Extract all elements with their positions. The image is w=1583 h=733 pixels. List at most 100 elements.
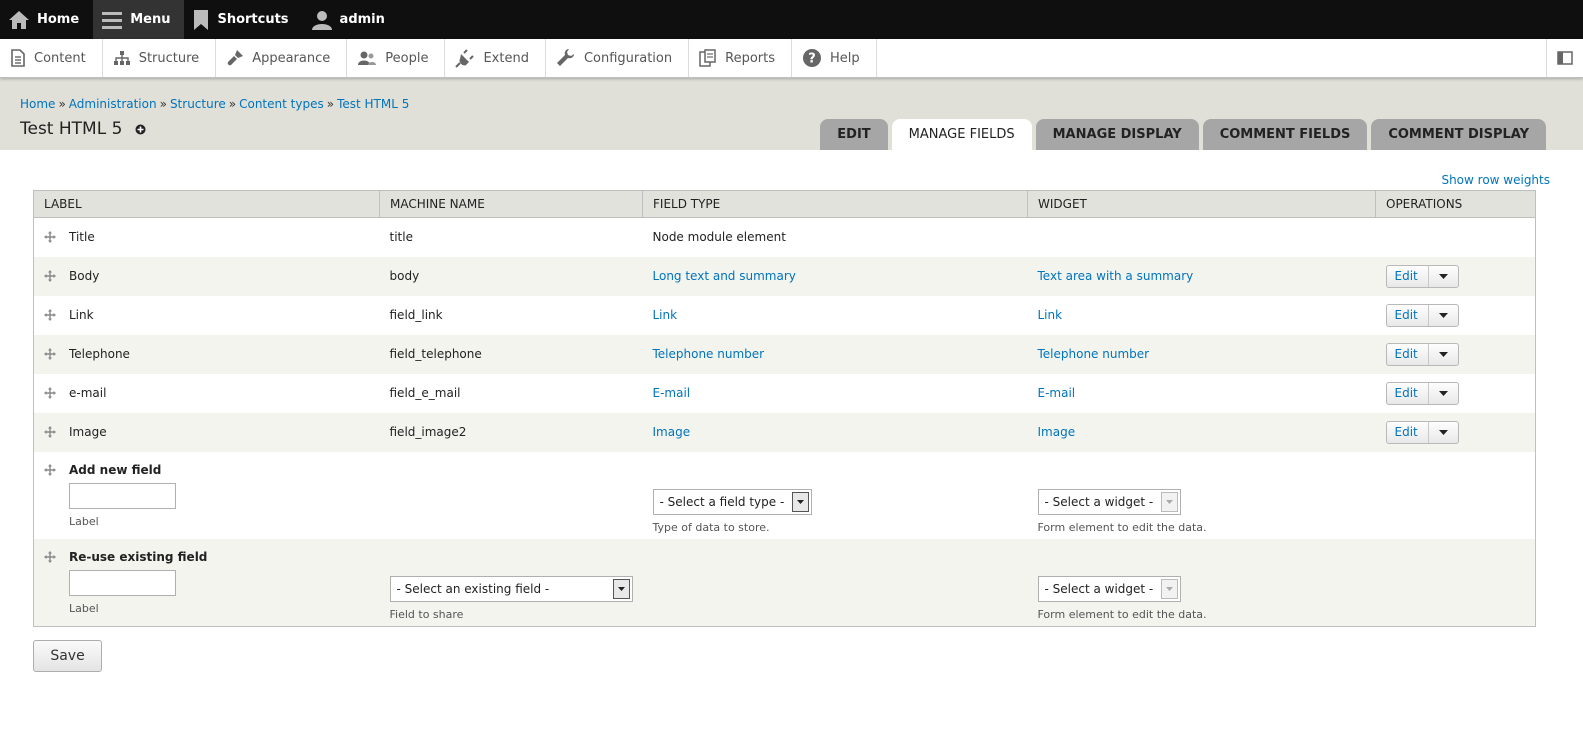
field-widget-link[interactable]: Image [1038, 425, 1076, 439]
breadcrumb-home[interactable]: Home [20, 97, 55, 111]
wrench-icon [556, 49, 574, 66]
tray-item-reports[interactable]: Reports [689, 39, 792, 77]
tab-edit[interactable]: EDIT [820, 119, 888, 150]
breadcrumb-separator: » [326, 97, 335, 111]
column-header-operations: OPERATIONS [1375, 190, 1536, 218]
field-widget-link[interactable]: Link [1038, 308, 1063, 322]
field-type-link[interactable]: E-mail [653, 386, 691, 400]
toolbar-home[interactable]: Home [0, 0, 93, 39]
field-widget-link[interactable]: E-mail [1038, 386, 1076, 400]
table-row: Image field_image2 Image Image Edit [33, 412, 1536, 452]
tray-orientation-toggle[interactable] [1546, 39, 1583, 77]
existing-field-select[interactable]: - Select an existing field - [389, 576, 633, 603]
reuse-field-label-input[interactable] [69, 569, 176, 596]
field-type-select[interactable]: - Select a field type - [652, 489, 813, 515]
drag-handle-icon[interactable] [44, 348, 58, 360]
page-title: Test HTML 5 [20, 119, 146, 139]
table-header-row: LABEL MACHINE NAME FIELD TYPE WIDGET OPE… [33, 190, 1536, 218]
tab-comment-fields[interactable]: COMMENT FIELDS [1202, 119, 1368, 150]
svg-text:?: ? [808, 52, 816, 67]
user-icon [311, 10, 332, 30]
tab-manage-display[interactable]: MANAGE DISPLAY [1035, 119, 1199, 150]
show-row-weights-link[interactable]: Show row weights [33, 150, 1550, 190]
tray-item-label: People [385, 50, 429, 66]
dropbutton-toggle[interactable] [1429, 422, 1458, 443]
edit-button[interactable]: Edit [1387, 265, 1429, 287]
drag-handle-icon[interactable] [44, 550, 58, 563]
page-header: Home» Administration» Structure» Content ty… [0, 78, 1583, 150]
tab-manage-fields[interactable]: MANAGE FIELDS [891, 119, 1032, 150]
dropbutton-toggle[interactable] [1429, 383, 1458, 404]
drag-handle-icon[interactable] [44, 270, 58, 282]
field-type-link[interactable]: Long text and summary [653, 269, 796, 283]
edit-button[interactable]: Edit [1387, 421, 1429, 443]
drag-handle-icon[interactable] [44, 426, 58, 438]
save-button[interactable]: Save [33, 640, 102, 672]
breadcrumb-administration[interactable]: Administration [69, 97, 157, 111]
column-header-machine-name: MACHINE NAME [379, 190, 643, 218]
breadcrumb: Home» Administration» Structure» Content ty… [20, 97, 409, 111]
drag-handle-icon[interactable] [44, 309, 58, 321]
paintbrush-icon [227, 50, 244, 66]
dropbutton-toggle[interactable] [1429, 266, 1458, 287]
primary-tabs: EDIT MANAGE FIELDS MANAGE DISPLAY COMMEN… [820, 119, 1546, 150]
dropbutton-toggle[interactable] [1429, 305, 1458, 326]
column-header-widget: WIDGET [1027, 190, 1376, 218]
widget-description: Form element to edit the data. [1037, 521, 1207, 534]
field-type-link[interactable]: Link [653, 308, 678, 322]
widget-select-value: - Select a widget - [1044, 495, 1154, 509]
new-field-label-input[interactable] [69, 482, 176, 509]
breadcrumb-separator: » [228, 97, 237, 111]
field-machine-name: field_telephone [379, 334, 643, 374]
breadcrumb-structure[interactable]: Structure [170, 97, 226, 111]
breadcrumb-content-types[interactable]: Content types [239, 97, 324, 111]
tray-item-appearance[interactable]: Appearance [216, 39, 348, 77]
field-machine-name: field_image2 [379, 412, 643, 452]
field-type-link[interactable]: Image [653, 425, 691, 439]
tray-item-extend[interactable]: Extend [445, 39, 546, 77]
select-arrow-icon [1161, 492, 1179, 512]
toolbar-menu[interactable]: Menu [93, 0, 185, 39]
breadcrumb-separator: » [58, 97, 66, 111]
drag-handle-icon[interactable] [44, 231, 58, 244]
toolbar-menu-label: Menu [130, 12, 171, 27]
breadcrumb-test-html-5[interactable]: Test HTML 5 [337, 97, 409, 111]
toolbar-user[interactable]: admin [303, 0, 399, 39]
edit-button[interactable]: Edit [1387, 343, 1429, 365]
sidebar-toggle-icon [1557, 51, 1573, 65]
toolbar-shortcuts[interactable]: Shortcuts [184, 0, 302, 39]
operations-dropbutton: Edit [1385, 420, 1459, 444]
field-type-link[interactable]: Telephone number [653, 347, 765, 361]
add-shortcut-button[interactable] [135, 124, 146, 135]
tray-item-help[interactable]: ? Help [792, 39, 877, 77]
tab-comment-display[interactable]: COMMENT DISPLAY [1371, 119, 1546, 150]
drag-handle-icon[interactable] [44, 387, 58, 399]
caret-down-icon [1438, 351, 1448, 357]
tray-item-content[interactable]: Content [0, 39, 103, 77]
field-label: Telephone [69, 347, 130, 361]
widget-description: Form element to edit the data. [1037, 608, 1207, 622]
reuse-field-label-description: Label [69, 601, 99, 615]
field-widget-link[interactable]: Text area with a summary [1038, 269, 1194, 283]
field-machine-name: body [379, 256, 643, 296]
select-arrow-icon [612, 579, 630, 600]
tray-item-configuration[interactable]: Configuration [546, 39, 690, 77]
edit-button[interactable]: Edit [1387, 304, 1429, 326]
reuse-widget-select[interactable]: - Select a widget - [1037, 576, 1182, 603]
toolbar-shortcuts-label: Shortcuts [217, 12, 289, 27]
dropbutton-toggle[interactable] [1429, 344, 1458, 365]
top-toolbar: Home Menu Shortcuts admin [0, 0, 1583, 39]
existing-field-select-value: - Select an existing field - [396, 582, 550, 597]
drag-handle-icon[interactable] [44, 463, 58, 476]
field-widget-link[interactable]: Telephone number [1038, 347, 1150, 361]
new-field-widget-select[interactable]: - Select a widget - [1037, 489, 1182, 515]
edit-button[interactable]: Edit [1387, 382, 1429, 404]
tray-item-structure[interactable]: Structure [103, 39, 217, 77]
caret-down-icon [1438, 273, 1448, 279]
field-type-description: Type of data to store. [652, 521, 770, 534]
tray-item-people[interactable]: People [347, 39, 446, 77]
tray-item-label: Reports [725, 50, 775, 66]
caret-down-icon [1438, 390, 1448, 396]
help-icon: ? [803, 49, 821, 67]
field-label: e-mail [69, 386, 107, 400]
